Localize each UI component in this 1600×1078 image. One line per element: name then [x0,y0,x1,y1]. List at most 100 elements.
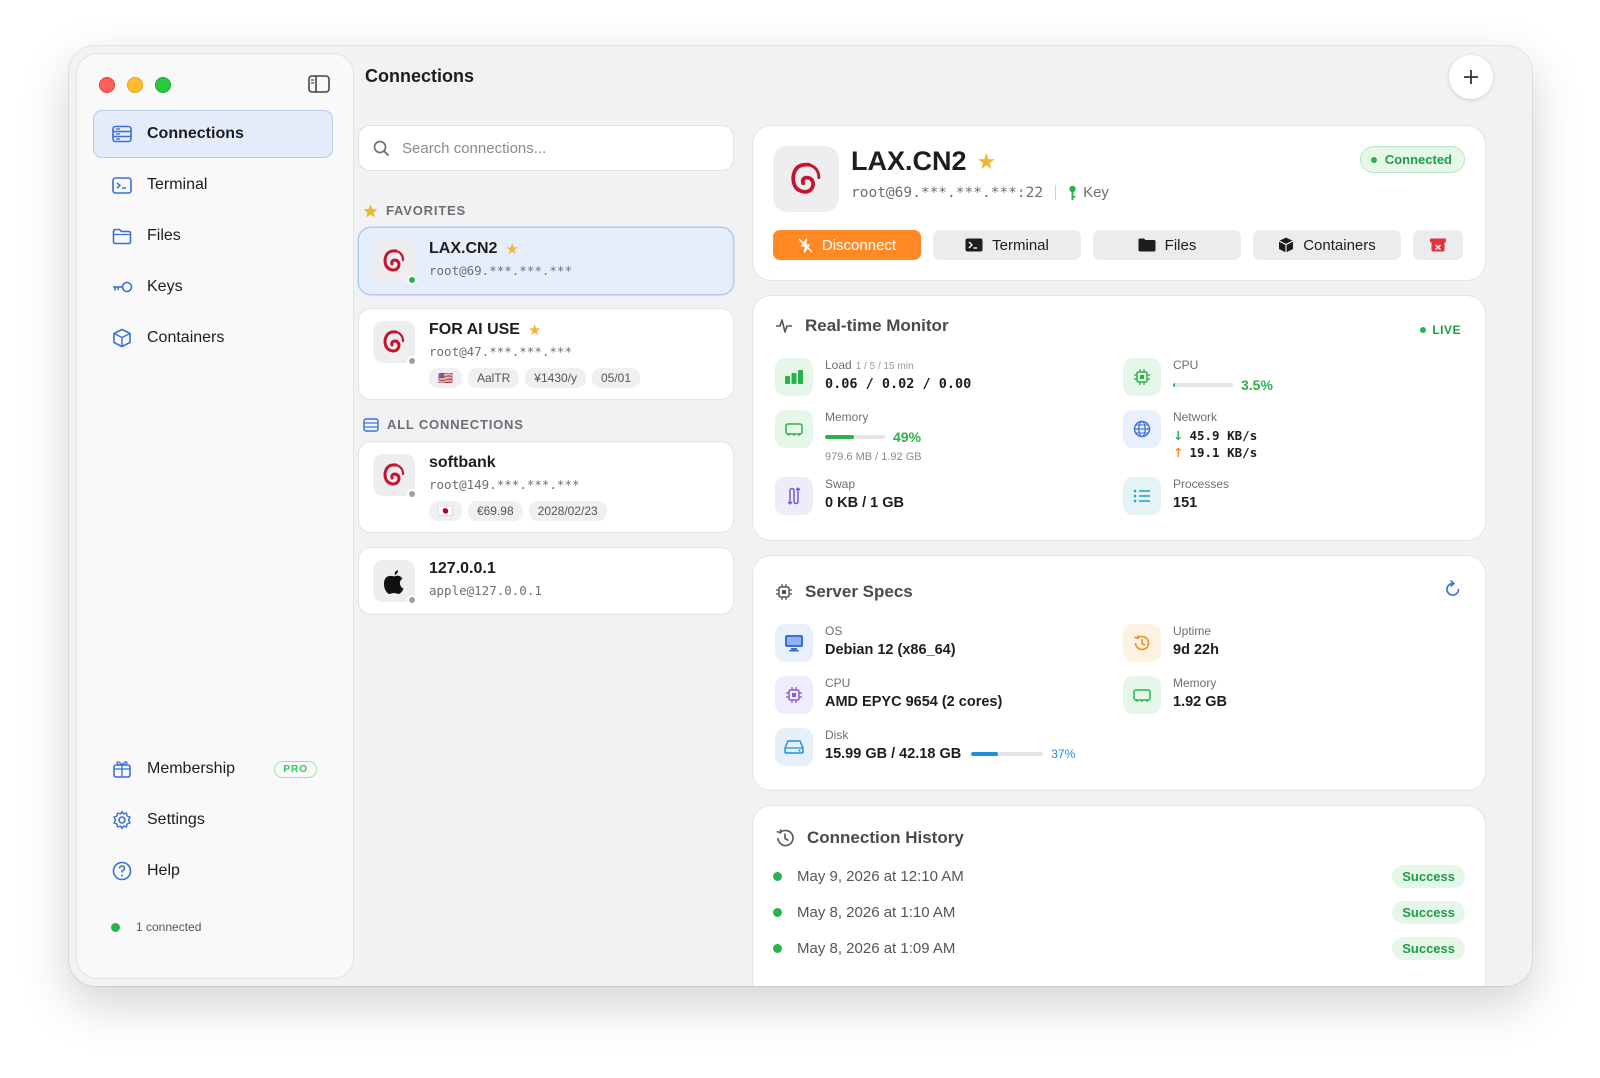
server-address-text: root@69.***.***.***:22 [851,184,1044,201]
server-specs-card: Server Specs OS Debian 12 (x86_64) Uptim… [753,556,1485,790]
connection-address: root@149.***.***.*** [429,477,580,492]
server-icon [363,417,379,432]
disk-spec: Disk 15.99 GB / 42.18 GB 37% [775,728,1075,766]
specs-title: Server Specs [775,582,913,602]
sidebar-item-containers[interactable]: Containers [93,314,333,362]
load-label: Load [825,358,852,372]
sidebar-item-settings[interactable]: Settings [93,796,333,844]
search-box[interactable] [359,126,733,170]
swap-value: 0 KB / 1 GB [825,495,904,511]
sidebar-bottom-nav: Membership PRO Settings Help [93,745,333,898]
zoom-window-button[interactable] [155,77,171,93]
sidebar-item-files[interactable]: Files [93,212,333,260]
list-icon [1123,477,1161,515]
debian-logo-icon [773,146,839,212]
pro-badge: PRO [274,760,317,778]
swap-label: Swap [825,477,856,491]
sidebar-item-connections[interactable]: Connections [93,110,333,158]
close-window-button[interactable] [99,77,115,93]
refresh-icon[interactable] [1445,580,1461,603]
connection-name-text: LAX.CN2 [429,240,498,257]
trash-icon [1429,238,1447,252]
sidebar-item-keys[interactable]: Keys [93,263,333,311]
server-name: LAX.CN2 ★ [851,146,996,177]
disk-value: 15.99 GB / 42.18 GB [825,746,962,762]
memory-spec: Memory 1.92 GB [1123,676,1227,714]
live-dot [1420,327,1427,333]
connection-card-softbank[interactable]: softbank root@149.***.***.*** 🇯🇵 €69.98 … [359,442,733,532]
connection-name: FOR AI USE ★ [429,321,541,339]
load-metric: Load 1 / 5 / 15 min 0.06 / 0.02 / 0.00 [775,358,971,396]
connection-name: 127.0.0.1 [429,560,496,578]
connected-status-badge: Connected [1359,146,1465,173]
network-download: ↓ 45.9 KB/s [1173,428,1257,443]
connection-address: root@69.***.***.*** [429,263,572,278]
minimize-window-button[interactable] [127,77,143,93]
processes-label: Processes [1173,477,1230,491]
sidebar-nav: Connections Terminal Files Keys Containe… [93,110,333,365]
chip-icon [1123,358,1161,396]
connection-tags: 🇺🇸 AalTR ¥1430/y 05/01 [429,368,641,388]
search-input[interactable] [402,139,702,157]
network-label: Network [1173,410,1218,424]
server-name-text: LAX.CN2 [851,146,967,176]
cpu-label: CPU [1173,358,1199,372]
sidebar-item-help[interactable]: Help [93,847,333,895]
server-detail-card: LAX.CN2 ★ root@69.***.***.***:22 Key Conn… [753,126,1485,280]
terminal-icon [965,238,983,252]
history-date: May 8, 2026 at 1:10 AM [797,903,956,921]
star-icon [363,204,378,218]
monitor-icon [775,624,813,662]
globe-icon [1123,410,1161,448]
disk-usage-bar [971,752,1044,756]
connection-card-localhost[interactable]: 127.0.0.1 apple@127.0.0.1 [359,548,733,614]
history-title: Connection History [775,828,964,848]
tag: AalTR [467,368,520,388]
os-label: OS [825,624,843,638]
cpu-spec-value: AMD EPYC 9654 (2 cores) [825,694,1003,710]
disconnect-button[interactable]: Disconnect [773,230,921,260]
disk-label: Disk [825,728,849,742]
files-label: Files [1164,236,1197,254]
favorite-star-icon: ★ [505,241,519,258]
connection-card-for-ai-use[interactable]: FOR AI USE ★ root@47.***.***.*** 🇺🇸 AalTR… [359,309,733,399]
monitor-title: Real-time Monitor [775,316,949,336]
online-status-dot [407,275,417,285]
sidebar-item-label: Containers [147,329,225,346]
uptime-spec: Uptime 9d 22h [1123,624,1219,662]
terminal-icon [111,174,133,196]
app-window: Connections Terminal Files Keys Containe… [69,46,1532,986]
connection-address: apple@127.0.0.1 [429,583,542,598]
load-sublabel: 1 / 5 / 15 min [855,361,914,372]
memory-spec-label: Memory [1173,676,1217,690]
favorite-star-icon[interactable]: ★ [977,149,997,175]
sidebar-item-label: Files [147,227,181,244]
sidebar-item-label: Connections [147,125,244,142]
history-item: May 8, 2026 at 1:10 AM Success [773,899,1465,925]
connection-name-text: softbank [429,454,496,471]
gear-icon [111,809,133,831]
containers-label: Containers [1303,236,1376,254]
server-icon [111,123,133,145]
network-metric: Network ↓ 45.9 KB/s ↑ 19.1 KB/s [1123,410,1257,460]
sidebar-item-terminal[interactable]: Terminal [93,161,333,209]
history-date: May 9, 2026 at 12:10 AM [797,867,964,885]
sidebar-item-membership[interactable]: Membership PRO [93,745,333,793]
open-terminal-button[interactable]: Terminal [933,230,1081,260]
add-connection-button[interactable] [1449,55,1493,99]
status-dot [111,922,120,932]
sidebar-toggle-icon[interactable] [308,75,330,93]
network-upload: ↑ 19.1 KB/s [1173,445,1257,460]
disk-percent: 37% [1051,747,1076,761]
all-connections-label: ALL CONNECTIONS [387,417,524,432]
disconnect-label: Disconnect [821,236,897,254]
success-dot [773,871,782,881]
realtime-monitor-card: Real-time Monitor LIVE Load 1 / 5 / 15 mi… [753,296,1485,540]
uptime-label: Uptime [1173,624,1212,638]
cube-icon [111,327,133,349]
favorite-star-icon: ★ [527,322,542,339]
connection-card-lax-cn2[interactable]: LAX.CN2 ★ root@69.***.***.*** [359,228,733,294]
open-containers-button[interactable]: Containers [1253,230,1401,260]
open-files-button[interactable]: Files [1093,230,1241,260]
delete-connection-button[interactable] [1413,230,1463,260]
